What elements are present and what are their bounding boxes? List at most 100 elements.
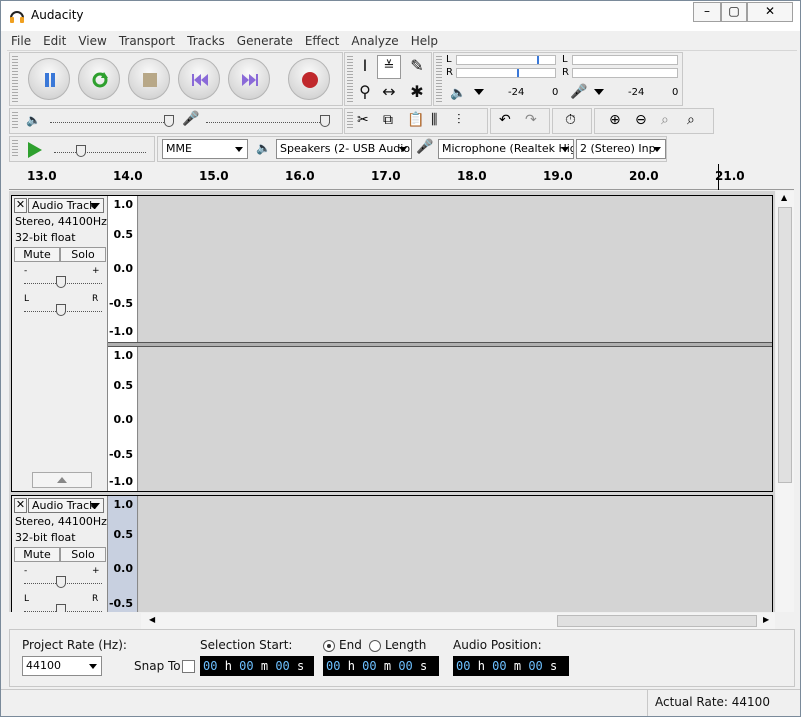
- zoom-in-icon[interactable]: ⊕: [609, 112, 621, 128]
- track-control-panel[interactable]: ✕ Audio Track Stereo, 44100Hz 32-bit flo…: [12, 496, 108, 612]
- mute-button[interactable]: Mute: [14, 247, 60, 262]
- scroll-up-icon[interactable]: ▲: [781, 193, 787, 202]
- track-name-menu[interactable]: Audio Track: [28, 198, 104, 213]
- project-rate-select[interactable]: 44100: [22, 656, 102, 676]
- waveform-channel-left[interactable]: [139, 496, 772, 612]
- audio-position-time[interactable]: 00 h 00 m 00 s: [453, 656, 569, 676]
- menu-effect[interactable]: Effect: [301, 31, 344, 51]
- cut-icon[interactable]: ✂: [357, 112, 369, 128]
- end-radio[interactable]: [323, 640, 335, 652]
- skip-to-end-button[interactable]: [228, 58, 270, 100]
- vertical-ruler[interactable]: 1.0 0.5 0.0 -0.5: [108, 496, 138, 612]
- pan-slider[interactable]: [24, 304, 102, 316]
- track-name-menu[interactable]: Audio Track: [28, 498, 104, 513]
- zoom-tool-icon[interactable]: ⚲: [353, 81, 377, 105]
- fit-project-icon[interactable]: ⌕: [687, 112, 695, 128]
- close-button[interactable]: ✕: [747, 2, 793, 22]
- edit-toolbar: ✂ ⧉ 📋 ⫼ ⫶: [344, 108, 488, 134]
- gain-slider[interactable]: [24, 576, 102, 588]
- actual-rate-text: Actual Rate: 44100: [655, 695, 770, 709]
- toolbar-grip[interactable]: [12, 140, 18, 158]
- waveform-channel-left[interactable]: [139, 196, 772, 342]
- menu-edit[interactable]: Edit: [39, 31, 70, 51]
- collapse-track-button[interactable]: [32, 472, 92, 488]
- snap-to-checkbox[interactable]: [182, 660, 195, 673]
- output-device-select[interactable]: Speakers (2- USB Audio: [276, 139, 412, 159]
- track-control-panel[interactable]: ✕ Audio Track Stereo, 44100Hz 32-bit flo…: [12, 196, 108, 491]
- pause-button[interactable]: [28, 58, 70, 100]
- mute-button[interactable]: Mute: [14, 547, 60, 562]
- timeline-ruler[interactable]: 13.0 14.0 15.0 16.0 17.0 18.0 19.0 20.0 …: [9, 164, 794, 190]
- solo-button[interactable]: Solo: [60, 547, 106, 562]
- horizontal-scrollbar[interactable]: ◀ ▶: [141, 613, 775, 629]
- record-button[interactable]: [288, 58, 330, 100]
- scale-label: 0.0: [113, 262, 134, 275]
- menu-view[interactable]: View: [74, 31, 110, 51]
- playback-speed-slider[interactable]: [54, 145, 146, 157]
- trim-icon[interactable]: ⫼: [431, 112, 437, 128]
- toolbar-grip[interactable]: [12, 112, 18, 130]
- audio-host-select[interactable]: MME: [162, 139, 248, 159]
- length-radio[interactable]: [369, 640, 381, 652]
- copy-icon[interactable]: ⧉: [383, 112, 393, 128]
- silence-icon[interactable]: ⫶: [457, 112, 461, 128]
- minimize-button[interactable]: –: [693, 2, 721, 22]
- play-meter-right[interactable]: [456, 68, 556, 78]
- loop-play-button[interactable]: [78, 58, 120, 100]
- menu-transport[interactable]: Transport: [115, 31, 179, 51]
- selection-end-time[interactable]: 00 h 00 m 00 s: [323, 656, 439, 676]
- stop-button[interactable]: [128, 58, 170, 100]
- waveform-channel-right[interactable]: [139, 347, 772, 491]
- play-meter-menu-arrow-icon[interactable]: [474, 89, 484, 95]
- rec-meter-menu-arrow-icon[interactable]: [594, 89, 604, 95]
- multi-tool-icon[interactable]: ✱: [405, 81, 429, 105]
- paste-icon[interactable]: 📋: [407, 112, 424, 128]
- selection-start-time[interactable]: 00 h 00 m 00 s: [200, 656, 314, 676]
- output-volume-icon: 🔈: [26, 113, 41, 127]
- draw-tool-icon[interactable]: ✎: [405, 55, 429, 79]
- track-sample-format: 32-bit float: [15, 531, 76, 544]
- rec-meter-left[interactable]: [572, 55, 678, 65]
- vertical-scroll-thumb[interactable]: [778, 207, 792, 483]
- vertical-ruler[interactable]: 1.0 0.5 0.0 -0.5 -1.0: [108, 347, 138, 491]
- gain-slider[interactable]: [24, 276, 102, 288]
- input-device-select[interactable]: Microphone (Realtek Hig: [438, 139, 574, 159]
- audacity-logo-icon: [10, 11, 24, 23]
- play-at-speed-icon[interactable]: [26, 141, 44, 159]
- vertical-ruler[interactable]: 1.0 0.5 0.0 -0.5 -1.0: [108, 196, 138, 342]
- close-track-icon[interactable]: ✕: [14, 498, 27, 513]
- menu-analyze[interactable]: Analyze: [347, 31, 402, 51]
- undo-icon[interactable]: ↶: [499, 112, 511, 128]
- scroll-right-icon[interactable]: ▶: [763, 615, 769, 624]
- menu-help[interactable]: Help: [407, 31, 442, 51]
- redo-icon[interactable]: ↷: [525, 112, 537, 128]
- toolbar-grip[interactable]: [12, 56, 18, 102]
- toolbar-grip[interactable]: [347, 112, 353, 130]
- input-channels-select[interactable]: 2 (Stereo) Inp: [576, 139, 666, 159]
- scroll-left-icon[interactable]: ◀: [149, 615, 155, 624]
- fit-selection-icon[interactable]: ⌕: [661, 112, 669, 128]
- input-volume-slider[interactable]: [206, 115, 330, 127]
- selection-tool-icon[interactable]: I: [353, 55, 377, 79]
- menu-tracks[interactable]: Tracks: [183, 31, 229, 51]
- vertical-scrollbar[interactable]: ▲: [776, 191, 794, 612]
- horizontal-scroll-thumb[interactable]: [557, 615, 757, 627]
- maximize-button[interactable]: ▢: [721, 2, 747, 22]
- solo-button[interactable]: Solo: [60, 247, 106, 262]
- play-meter-left[interactable]: [456, 55, 556, 65]
- envelope-tool-icon[interactable]: ≚: [377, 55, 401, 79]
- zoom-out-icon[interactable]: ⊖: [635, 112, 647, 128]
- pan-slider[interactable]: [24, 604, 102, 612]
- output-volume-slider[interactable]: [50, 115, 174, 127]
- toolbar-grip[interactable]: [436, 56, 442, 102]
- time-shift-tool-icon[interactable]: ↔: [377, 81, 401, 105]
- scale-label: 1.0: [113, 498, 134, 511]
- ruler-label: 17.0: [371, 169, 401, 183]
- menu-generate[interactable]: Generate: [233, 31, 297, 51]
- menu-file[interactable]: File: [7, 31, 35, 51]
- sync-lock-icon[interactable]: ⏱: [565, 112, 576, 128]
- close-track-icon[interactable]: ✕: [14, 198, 27, 213]
- minutes: 00: [239, 659, 254, 673]
- skip-to-start-button[interactable]: [178, 58, 220, 100]
- rec-meter-right[interactable]: [572, 68, 678, 78]
